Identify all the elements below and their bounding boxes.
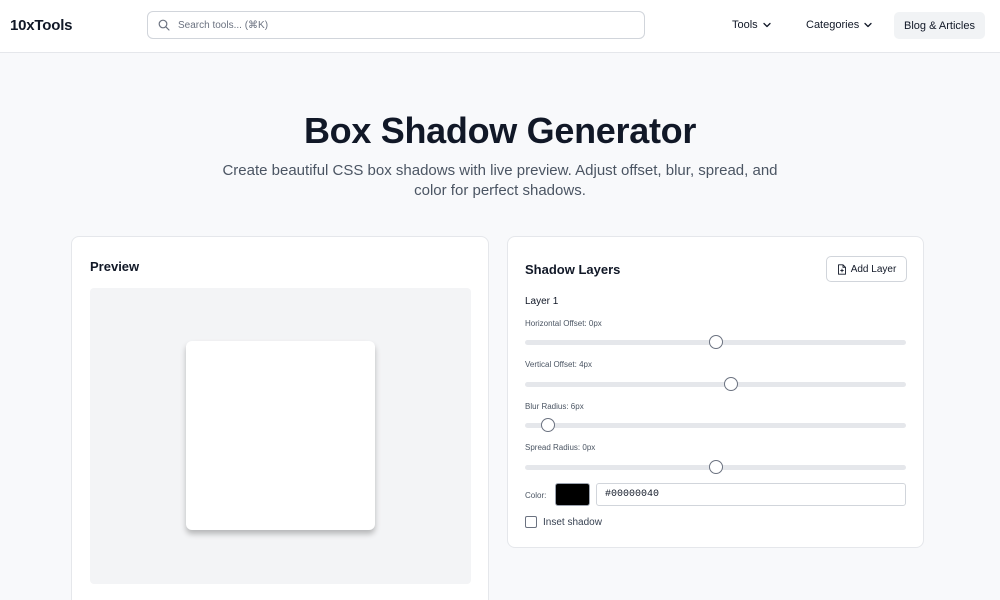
slider-thumb[interactable]	[708, 335, 723, 349]
inset-shadow-label: Inset shadow	[543, 516, 602, 528]
color-hex-input[interactable]	[596, 483, 906, 506]
blog-articles-button[interactable]: Blog & Articles	[894, 12, 985, 39]
slider-thumb[interactable]	[708, 460, 723, 474]
slider-thumb[interactable]	[723, 377, 738, 391]
nav-tools-label: Tools	[732, 19, 758, 31]
preview-canvas	[90, 288, 471, 584]
inset-shadow-toggle[interactable]: Inset shadow	[525, 516, 602, 528]
add-layer-label: Add Layer	[850, 263, 897, 275]
layer-title: Layer 1	[525, 296, 559, 307]
chevron-down-icon	[864, 22, 872, 28]
spread-radius-label: Spread Radius: 0px	[525, 443, 596, 452]
vertical-offset-label: Vertical Offset: 4px	[525, 360, 592, 369]
shadow-layers-card: Shadow Layers Add Layer Layer 1 Horizont…	[507, 236, 924, 548]
page-subtitle: Create beautiful CSS box shadows with li…	[222, 162, 778, 199]
document-add-icon	[837, 263, 846, 275]
spread-radius-slider[interactable]	[525, 460, 906, 474]
search-bar[interactable]	[147, 11, 645, 39]
nav-categories-menu[interactable]: Categories	[806, 19, 872, 31]
shadow-layers-heading: Shadow Layers	[525, 262, 621, 277]
nav-categories-label: Categories	[806, 19, 860, 31]
preview-card: Preview	[71, 236, 489, 600]
color-label: Color:	[525, 491, 547, 500]
search-icon	[158, 19, 170, 31]
page-title: Box Shadow Generator	[303, 110, 697, 151]
nav-tools-menu[interactable]: Tools	[732, 19, 771, 31]
search-input[interactable]	[178, 16, 618, 34]
horizontal-offset-label: Horizontal Offset: 0px	[525, 319, 602, 328]
shadow-preview-box	[186, 341, 375, 530]
blur-radius-slider[interactable]	[525, 418, 906, 432]
horizontal-offset-slider[interactable]	[525, 335, 906, 349]
color-picker-swatch[interactable]	[555, 483, 590, 506]
logo[interactable]: 10xTools	[10, 17, 73, 34]
chevron-down-icon	[763, 22, 771, 28]
add-layer-button[interactable]: Add Layer	[826, 256, 907, 282]
vertical-offset-slider[interactable]	[525, 377, 906, 391]
top-header: 10xTools Tools Categories Blog & Article…	[0, 0, 1000, 53]
inset-shadow-checkbox[interactable]	[525, 516, 537, 528]
preview-heading: Preview	[90, 259, 140, 274]
slider-thumb[interactable]	[540, 418, 555, 432]
blur-radius-label: Blur Radius: 6px	[525, 402, 584, 411]
